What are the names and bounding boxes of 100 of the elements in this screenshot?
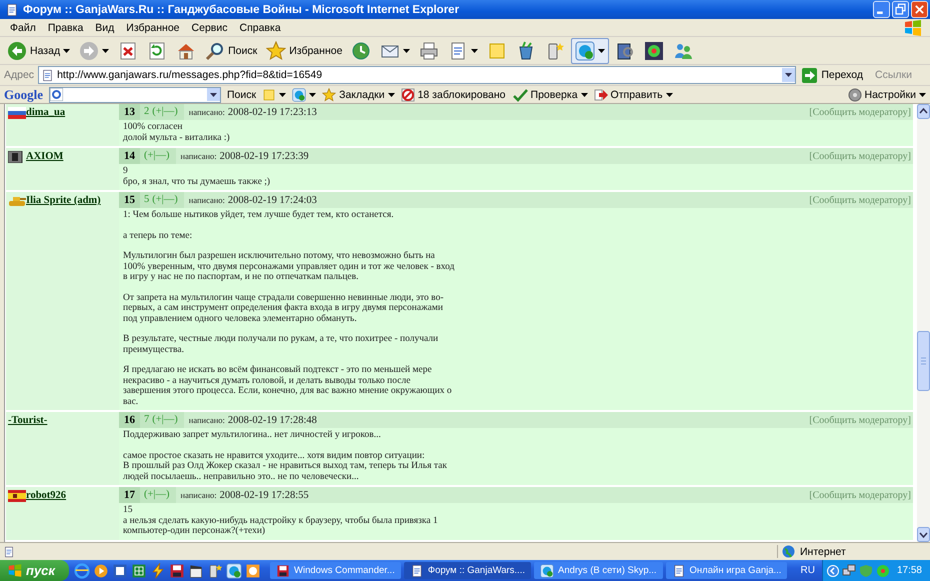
scroll-down-button[interactable]: [917, 527, 930, 542]
skype-icon: [575, 40, 596, 60]
skype-icon[interactable]: [226, 562, 242, 578]
post-text: 9 бро, я знал, что ты думаешь также ;): [123, 166, 272, 187]
settings-button[interactable]: Настройки: [848, 88, 926, 102]
caret-icon[interactable]: [580, 92, 588, 96]
window-title: Форум :: GanjaWars.Ru :: Ганджубасовые Войны - Microsoft Internet Explorer: [23, 4, 460, 16]
post-date: 2008-02-19 17:23:13: [226, 106, 317, 118]
caret-icon[interactable]: [666, 92, 673, 96]
post-number: 17: [119, 487, 140, 503]
bookmarks-button[interactable]: Закладки: [322, 88, 395, 102]
search-icon: [205, 40, 226, 60]
flag-icon: [8, 490, 26, 502]
post-text: Поддерживаю запрет мультилогина.. нет личностей у игроков...: [123, 430, 382, 440]
minimize-button[interactable]: [873, 1, 890, 18]
post-text: самое простое сказать не нравится уходите... хотя видим повтор ситуации: В прошлый раз Олд Жокер сказал - не нравиться выход там, теперь ты Илья так людей посылаешь.. неправильно это.. не по человечески...: [123, 450, 448, 482]
toolbar-button[interactable]: [292, 88, 316, 102]
skype-icon: [292, 88, 306, 102]
taskbar-button[interactable]: Windows Commander...: [270, 562, 401, 579]
clock: 17:58: [896, 565, 922, 576]
caret-icon[interactable]: [403, 48, 410, 52]
menu-item[interactable]: Файл: [4, 22, 42, 34]
maximize-button[interactable]: [892, 1, 909, 18]
caret-icon[interactable]: [388, 92, 395, 96]
username-link[interactable]: -Tourist-: [8, 415, 48, 426]
menu-item[interactable]: Вид: [89, 22, 120, 34]
language-indicator[interactable]: RU: [800, 565, 819, 576]
chevron-icon[interactable]: [826, 564, 839, 576]
rating-value: 5: [144, 193, 150, 207]
post-text: 100% согласен долой мульта - виталика :): [123, 122, 231, 143]
post-number: 15: [119, 192, 140, 208]
post-date: 2008-02-19 17:28:48: [226, 414, 317, 426]
scrollbar[interactable]: [917, 104, 930, 542]
toolbar-button[interactable]: Поиск: [202, 38, 260, 62]
clapper-icon[interactable]: [188, 562, 204, 578]
toolbar-button[interactable]: Избранное: [263, 38, 346, 62]
play-icon[interactable]: [93, 562, 109, 578]
flower-icon: [644, 40, 664, 60]
browser-icon[interactable]: [74, 562, 90, 578]
caret-icon[interactable]: [279, 92, 286, 96]
dropdown-button[interactable]: [782, 68, 796, 82]
caret-icon[interactable]: [102, 48, 110, 52]
caret-icon[interactable]: [919, 92, 926, 96]
globe-icon: [782, 545, 795, 558]
windows-logo-icon: [904, 20, 922, 36]
close-button[interactable]: [911, 1, 928, 18]
menu-item[interactable]: Правка: [42, 22, 90, 34]
dropdown-button[interactable]: [207, 88, 220, 101]
menu-item[interactable]: Избранное: [120, 22, 186, 34]
go-arrow-icon: [802, 68, 818, 82]
popup-blocker-button[interactable]: 18 заблокировано: [400, 88, 506, 102]
page-icon: [5, 2, 19, 16]
toolbar-button[interactable]: [262, 88, 286, 102]
note-icon: [487, 40, 508, 60]
send-button[interactable]: Отправить: [594, 88, 673, 102]
google-logo: Google: [4, 86, 43, 102]
go-button[interactable]: Переход: [800, 68, 872, 82]
post-date: 2008-02-19 17:23:39: [218, 150, 309, 162]
stop-icon: [118, 40, 138, 60]
post-text: Я предлагаю не искать во всём финансовый подтекст - это по меньшей мере некрасиво - а научиться думать головой, и делать выводы только после завершения этого процесса. Если, конечно, для вас важно мнение окружающих о вас.: [123, 365, 453, 407]
windows-logo-icon: [8, 564, 22, 577]
search-field[interactable]: [49, 86, 221, 102]
taskbar-button[interactable]: Форум :: GanjaWars....: [404, 562, 531, 579]
spellcheck-button[interactable]: Проверка: [512, 88, 588, 102]
caret-icon[interactable]: [471, 48, 478, 52]
toolbar-button[interactable]: Назад: [4, 38, 74, 62]
username-link[interactable]: AXIOM: [26, 151, 64, 162]
phone-star-icon[interactable]: [207, 562, 223, 578]
scroll-thumb[interactable]: [917, 331, 930, 391]
post-number: 16: [119, 412, 140, 428]
address-field[interactable]: http://www.ganjawars.ru/messages.php?fid=8&tid=16549: [38, 66, 796, 84]
network-icon[interactable]: [842, 564, 856, 578]
page-icon: [410, 564, 424, 578]
post-text: 1: Чем больше нытиков уйдет, тем лучше будет тем, кто останется.: [123, 210, 395, 220]
scroll-up-button[interactable]: [917, 104, 930, 119]
g-icon: [50, 88, 63, 101]
menu-item[interactable]: Сервис: [186, 22, 234, 34]
date-label: написано:: [188, 195, 225, 205]
post-text: а теперь по теме:: [123, 230, 194, 241]
blocked-icon: [400, 88, 415, 102]
username-link[interactable]: Ilia Sprite (adm): [26, 195, 101, 206]
caret-icon[interactable]: [598, 48, 606, 52]
caret-icon[interactable]: [309, 92, 316, 96]
taskbar-button[interactable]: Andrys (В сети) Skyp...: [534, 562, 663, 579]
search-button[interactable]: Поиск: [227, 88, 256, 100]
page-icon: [41, 68, 54, 82]
lightning-icon[interactable]: [150, 562, 166, 578]
tank-icon: [8, 195, 26, 207]
arrow-icon: [594, 88, 608, 102]
caret-icon[interactable]: [63, 48, 70, 52]
username-link[interactable]: dima_ua: [26, 107, 66, 118]
page-icon: [672, 564, 686, 578]
spreadsheet-icon[interactable]: [131, 562, 147, 578]
menu-item[interactable]: Справка: [233, 22, 287, 34]
taskbar-button[interactable]: Онлайн игра Ganja...: [666, 562, 788, 579]
post-text: 15 а нельзя сделать какую-нибудь надстройку к браузеру, чтобы была привязка 1 компьютер-один персонаж?(+техи): [123, 505, 439, 536]
star-icon: [266, 40, 286, 60]
skype-icon: [540, 564, 554, 578]
page-icon: [3, 546, 15, 558]
username-link[interactable]: robot926: [26, 490, 66, 501]
